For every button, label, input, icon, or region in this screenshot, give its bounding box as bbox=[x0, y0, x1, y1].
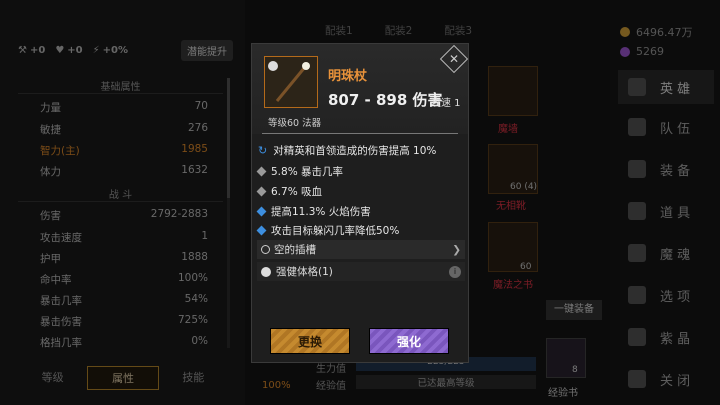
yinyang-icon bbox=[261, 266, 271, 277]
item-property: 提高11.3% 火焰伤害 bbox=[256, 204, 466, 219]
empty-socket[interactable]: 空的插槽 ❯ bbox=[257, 240, 465, 259]
item-property: 攻击目标躲闪几率降低50% bbox=[256, 223, 466, 238]
chevron-right-icon: ❯ bbox=[452, 243, 461, 256]
item-property: 5.8% 暴击几率 bbox=[256, 164, 466, 179]
swap-button[interactable]: 更换 bbox=[270, 328, 350, 354]
item-damage: 807 - 898 伤害 bbox=[328, 91, 443, 109]
diamond-icon bbox=[256, 225, 267, 236]
item-property: ↻ 对精英和首领造成的伤害提高 10% bbox=[258, 144, 437, 157]
diamond-icon bbox=[256, 186, 267, 197]
divider bbox=[262, 133, 458, 134]
item-attack-speed: 攻速 1 bbox=[431, 98, 461, 109]
socket-icon bbox=[261, 245, 270, 254]
item-property: 6.7% 吸血 bbox=[256, 184, 466, 199]
close-icon: ✕ bbox=[448, 52, 460, 66]
yinyang-icon bbox=[268, 61, 278, 71]
legendary-icon: ↻ bbox=[258, 144, 268, 157]
info-icon[interactable]: i bbox=[449, 265, 461, 278]
diamond-icon bbox=[256, 206, 267, 217]
upgrade-button[interactable]: 强化 bbox=[369, 328, 449, 354]
diamond-icon bbox=[256, 166, 267, 177]
item-level-type: 等级60 法器 bbox=[268, 118, 322, 129]
item-name: 明珠杖 bbox=[328, 69, 368, 84]
gem-row[interactable]: 强健体格(1) i bbox=[257, 262, 465, 281]
